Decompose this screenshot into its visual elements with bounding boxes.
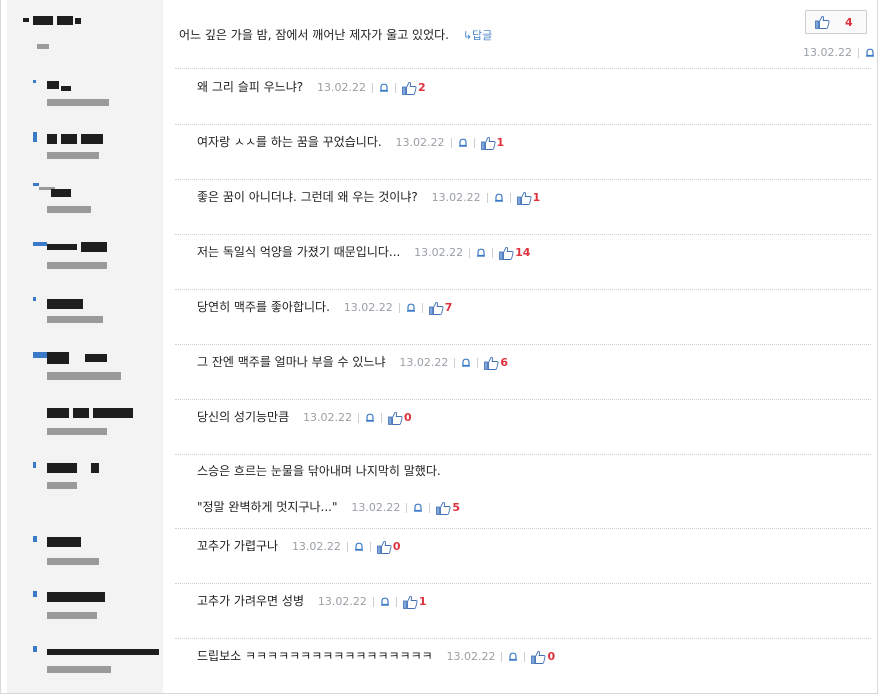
thumbs-up-icon[interactable] bbox=[499, 246, 514, 260]
reply-text: 당연히 맥주를 좋아합니다. bbox=[197, 300, 330, 314]
thumbs-up-icon[interactable] bbox=[377, 540, 392, 554]
bell-icon[interactable] bbox=[494, 193, 504, 203]
bell-icon[interactable] bbox=[461, 358, 471, 368]
reply-text: 여자랑 ㅅㅅ를 하는 꿈을 꾸었습니다. bbox=[197, 135, 382, 149]
reply-date: 13.02.22 bbox=[446, 650, 496, 664]
like-count: 1 bbox=[418, 595, 427, 609]
like-count: 2 bbox=[417, 81, 426, 95]
thumbs-up-icon[interactable] bbox=[481, 136, 496, 150]
reply-text: 좋은 꿈이 아니더냐. 그런데 왜 우는 것이냐? bbox=[197, 190, 418, 204]
reply-text: 고추가 가려우면 성병 bbox=[197, 594, 304, 608]
divider bbox=[175, 399, 871, 400]
divider bbox=[175, 344, 871, 345]
reply-date: 13.02.22 bbox=[351, 501, 401, 515]
bell-icon[interactable] bbox=[354, 542, 364, 552]
reply-text: 꼬추가 가렵구나 bbox=[197, 539, 279, 553]
post: 어느 깊은 가을 밤, 잠에서 깨어난 제자가 울고 있었다. ↳답글 4 13… bbox=[1, 0, 877, 66]
reply-text: 드립보소 ㅋㅋㅋㅋㅋㅋㅋㅋㅋㅋㅋㅋㅋㅋㅋㅋㅋ bbox=[197, 649, 433, 663]
thumbs-up-icon[interactable] bbox=[402, 81, 417, 95]
comment-board: 어느 깊은 가을 밤, 잠에서 깨어난 제자가 울고 있었다. ↳답글 4 13… bbox=[0, 0, 878, 694]
reply-date: 13.02.22 bbox=[431, 191, 481, 205]
thumbs-up-icon[interactable] bbox=[403, 595, 418, 609]
divider bbox=[857, 47, 859, 58]
bell-icon[interactable] bbox=[380, 597, 390, 607]
like-count: 0 bbox=[392, 540, 401, 554]
like-count: 0 bbox=[403, 411, 412, 425]
like-count: 1 bbox=[532, 191, 541, 205]
reply-date: 13.02.22 bbox=[316, 81, 366, 95]
like-count: 6 bbox=[500, 356, 508, 370]
reply-date: 13.02.22 bbox=[317, 595, 367, 609]
reply-text: 당신의 성기능만큼 bbox=[197, 410, 290, 424]
post-date: 13.02.22 bbox=[803, 46, 852, 59]
thumbs-up-icon bbox=[815, 15, 830, 29]
thumbs-up-icon[interactable] bbox=[517, 191, 532, 205]
like-count: 14 bbox=[515, 246, 531, 260]
bell-icon[interactable] bbox=[413, 503, 423, 513]
bell-icon[interactable] bbox=[365, 413, 375, 423]
reply-date: 13.02.22 bbox=[395, 136, 445, 150]
bell-icon[interactable] bbox=[406, 303, 416, 313]
divider bbox=[175, 234, 871, 235]
divider bbox=[175, 68, 871, 69]
reply-text: 스승은 흐르는 눈물을 닦아내며 나지막히 말했다. bbox=[197, 464, 441, 478]
like-count: 5 bbox=[452, 501, 460, 515]
reply-date: 13.02.22 bbox=[343, 301, 393, 315]
reply-text: 저는 독일식 억양을 가졌기 때문입니다... bbox=[197, 245, 401, 259]
thumbs-up-icon[interactable] bbox=[484, 356, 499, 370]
reply-date: 13.02.22 bbox=[291, 540, 341, 554]
divider bbox=[175, 179, 871, 180]
divider bbox=[175, 583, 871, 584]
like-count: 7 bbox=[444, 301, 453, 315]
reply-text: 왜 그리 슬피 우느냐? bbox=[197, 80, 304, 94]
divider bbox=[175, 124, 871, 125]
reply-text: 그 잔엔 맥주를 얼마나 부을 수 있느냐 bbox=[197, 355, 386, 369]
bell-icon[interactable] bbox=[508, 652, 518, 662]
thumbs-up-icon[interactable] bbox=[429, 301, 444, 315]
reply-date: 13.02.22 bbox=[399, 356, 449, 370]
divider bbox=[175, 289, 871, 290]
like-count: 4 bbox=[845, 16, 853, 29]
divider bbox=[175, 528, 871, 529]
like-button[interactable]: 4 bbox=[805, 10, 867, 34]
thumbs-up-icon[interactable] bbox=[531, 650, 546, 664]
author-sidebar bbox=[7, 0, 163, 693]
post-meta: 13.02.22 bbox=[803, 45, 875, 59]
reply-text-line2: "정말 완벽하게 멋지구나..." bbox=[197, 500, 338, 514]
like-count: 0 bbox=[547, 650, 556, 664]
thumbs-up-icon[interactable] bbox=[436, 501, 451, 515]
bell-icon[interactable] bbox=[379, 83, 389, 93]
bell-icon[interactable] bbox=[865, 48, 875, 58]
divider bbox=[175, 454, 871, 455]
reply-date: 13.02.22 bbox=[414, 246, 464, 260]
reply-link[interactable]: ↳답글 bbox=[463, 29, 492, 42]
post-text: 어느 깊은 가을 밤, 잠에서 깨어난 제자가 울고 있었다. bbox=[179, 28, 449, 42]
reply-date: 13.02.22 bbox=[302, 411, 352, 425]
thumbs-up-icon[interactable] bbox=[388, 411, 403, 425]
bell-icon[interactable] bbox=[458, 138, 468, 148]
divider bbox=[175, 638, 871, 639]
bell-icon[interactable] bbox=[476, 248, 486, 258]
like-count: 1 bbox=[496, 136, 505, 150]
